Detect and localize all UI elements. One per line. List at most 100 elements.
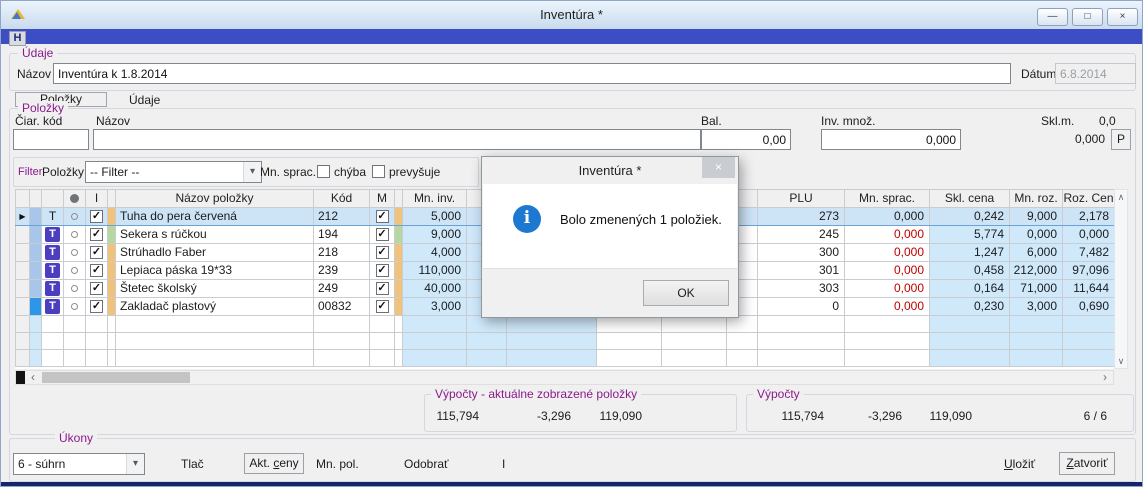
- m-checkbox[interactable]: ✓: [376, 300, 389, 313]
- empty-cell: [1010, 316, 1063, 333]
- col-header-s2: [395, 190, 403, 208]
- maximize-button[interactable]: □: [1072, 8, 1103, 26]
- m-checkbox[interactable]: ✓: [376, 264, 389, 277]
- m-checkbox-cell: ✓: [370, 244, 395, 262]
- close-button[interactable]: ×: [1107, 8, 1138, 26]
- row-selector-cell[interactable]: [16, 280, 30, 298]
- row-selector-cell[interactable]: [16, 262, 30, 280]
- mn-sprac-cell: 0,000: [845, 280, 930, 298]
- m-checkbox[interactable]: ✓: [376, 246, 389, 259]
- info-icon: i: [513, 205, 541, 233]
- row-selector-cell[interactable]: ▶: [16, 208, 30, 226]
- col-header-s1: [108, 190, 116, 208]
- splitter-handle[interactable]: [16, 371, 25, 384]
- roz-cena-cell: 97,096: [1063, 262, 1115, 280]
- chyba-checkbox[interactable]: [317, 165, 330, 178]
- kod-cell: 249: [314, 280, 370, 298]
- m-checkbox[interactable]: ✓: [376, 210, 389, 223]
- h-button[interactable]: H: [9, 31, 26, 46]
- scrollbar-thumb[interactable]: [42, 372, 190, 383]
- i-checkbox[interactable]: ✓: [90, 264, 103, 277]
- scroll-down-icon[interactable]: ∨: [1115, 354, 1127, 368]
- filter-polozky-label: Položky: [42, 165, 84, 179]
- nazov-input[interactable]: [53, 63, 1011, 84]
- bubble-cell: [64, 262, 86, 280]
- dialog-message: Bolo zmenených 1 položiek.: [560, 212, 722, 227]
- name-cell[interactable]: Sekera s rúčkou: [116, 226, 314, 244]
- m-checkbox-cell: ✓: [370, 298, 395, 316]
- tab-udaje[interactable]: Údaje: [129, 93, 160, 107]
- empty-cell: [597, 350, 662, 367]
- horizontal-scrollbar[interactable]: ‹ ›: [15, 370, 1114, 385]
- ulozit-button[interactable]: Uložiť: [1004, 457, 1035, 471]
- akt-ceny-button[interactable]: Akt. ceny: [244, 453, 304, 474]
- empty-cell: [845, 350, 930, 367]
- empty-cell: [64, 350, 86, 367]
- empty-cell: [16, 350, 30, 367]
- kod-cell: 212: [314, 208, 370, 226]
- row-selector-cell[interactable]: [16, 298, 30, 316]
- name-cell[interactable]: Zakladač plastový: [116, 298, 314, 316]
- scroll-left-icon[interactable]: ‹: [25, 371, 41, 384]
- zatvorit-button[interactable]: Zatvoriť: [1059, 452, 1115, 475]
- empty-cell: [108, 333, 116, 350]
- row-selector-cell[interactable]: [16, 226, 30, 244]
- i-checkbox[interactable]: ✓: [90, 282, 103, 295]
- row-selector-cell[interactable]: [16, 244, 30, 262]
- dialog-close-button[interactable]: ×: [702, 157, 735, 178]
- bubble-cell: [64, 280, 86, 298]
- empty-cell: [42, 333, 64, 350]
- empty-cell: [1063, 350, 1115, 367]
- chevron-down-icon[interactable]: ▾: [243, 162, 261, 182]
- name-cell[interactable]: Lepiaca páska 19*33: [116, 262, 314, 280]
- empty-cell: [1063, 316, 1115, 333]
- ciar-kod-input[interactable]: [13, 129, 89, 150]
- ukony-dropdown[interactable]: 6 - súhrn ▾: [13, 453, 145, 475]
- i-checkbox[interactable]: ✓: [90, 228, 103, 241]
- vypocty-current-legend: Výpočty - aktuálne zobrazené položky: [431, 387, 641, 401]
- empty-cell: [662, 316, 727, 333]
- empty-cell: [403, 350, 467, 367]
- minimize-button[interactable]: —: [1037, 8, 1068, 26]
- tlac-button[interactable]: Tlač: [181, 457, 204, 471]
- i-button[interactable]: I: [502, 457, 505, 471]
- m-checkbox[interactable]: ✓: [376, 228, 389, 241]
- window-bottom-edge: [1, 482, 1142, 486]
- plu-cell: 273: [758, 208, 845, 226]
- ok-button[interactable]: OK: [643, 280, 729, 306]
- p-button[interactable]: P: [1111, 129, 1131, 150]
- prevysuje-checkbox[interactable]: [372, 165, 385, 178]
- name-cell[interactable]: Tuha do pera červená: [116, 208, 314, 226]
- col-header-mninv: Mn. inv.: [403, 190, 467, 208]
- i-checkbox[interactable]: ✓: [90, 246, 103, 259]
- empty-row: [16, 350, 1115, 367]
- ukony-dropdown-value: 6 - súhrn: [18, 454, 65, 474]
- chevron-down-icon[interactable]: ▾: [126, 454, 144, 474]
- polozky-nazov-input[interactable]: [93, 129, 701, 150]
- vypocty-all-value-3: 119,090: [902, 409, 972, 423]
- roz-cena-cell: 7,482: [1063, 244, 1115, 262]
- name-cell[interactable]: Štetec školský: [116, 280, 314, 298]
- scroll-up-icon[interactable]: ∧: [1115, 190, 1127, 204]
- vertical-scrollbar[interactable]: ∧ ∨: [1114, 189, 1128, 369]
- i-checkbox[interactable]: ✓: [90, 210, 103, 223]
- empty-cell: [1010, 350, 1063, 367]
- sklm-label: Skl.m.: [1041, 114, 1074, 128]
- i-checkbox[interactable]: ✓: [90, 300, 103, 313]
- name-cell[interactable]: Strúhadlo Faber: [116, 244, 314, 262]
- bal-input[interactable]: [701, 129, 791, 150]
- i-checkbox-cell: ✓: [86, 280, 108, 298]
- bubble-icon: [71, 285, 78, 292]
- mn-pol-button[interactable]: Mn. pol.: [316, 457, 359, 471]
- odobrat-button[interactable]: Odobrať: [404, 457, 449, 471]
- scroll-right-icon[interactable]: ›: [1097, 371, 1113, 384]
- empty-cell: [314, 350, 370, 367]
- m-checkbox[interactable]: ✓: [376, 282, 389, 295]
- ukony-legend: Úkony: [55, 431, 97, 445]
- empty-cell: [403, 316, 467, 333]
- m-checkbox-cell: ✓: [370, 226, 395, 244]
- col-header-plu: PLU: [758, 190, 845, 208]
- inv-mnoz-input[interactable]: [821, 129, 961, 150]
- filter-dropdown[interactable]: -- Filter -- ▾: [85, 161, 262, 183]
- sklm-top-value: 0,0: [1099, 114, 1116, 128]
